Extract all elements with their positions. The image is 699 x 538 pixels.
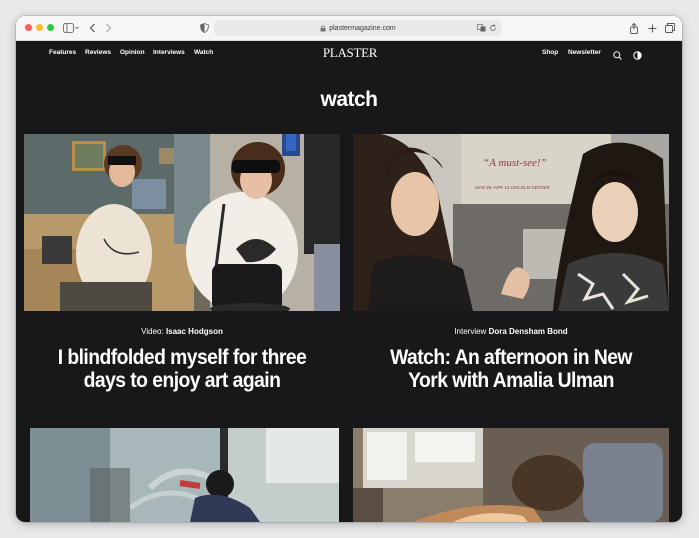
nav-link-interviews[interactable]: Interviews	[153, 49, 185, 56]
nav-link-shop[interactable]: Shop	[542, 49, 558, 56]
article-byline-1: Video: Isaac Hodgson	[24, 327, 340, 336]
article-author[interactable]: Dora Densham Bond	[489, 327, 568, 336]
article-title-1[interactable]: I blindfolded myself for three days to e…	[37, 346, 328, 392]
poster-dates: MAR 26–APR 13 LINCOLN CENTER	[475, 185, 551, 190]
browser-window: plastermagazine.com Features Reviews Opi…	[16, 16, 682, 522]
article-image-window-room[interactable]	[353, 428, 669, 522]
browser-toolbar: plastermagazine.com	[16, 16, 682, 41]
title-line: I blindfolded myself for three	[57, 346, 307, 369]
web-page: Features Reviews Opinion Interviews Watc…	[16, 41, 682, 522]
chevron-right-icon[interactable]	[102, 20, 114, 36]
nav-link-newsletter[interactable]: Newsletter	[568, 49, 601, 56]
search-icon[interactable]	[613, 47, 622, 65]
article-title-2[interactable]: Watch: An afternoon in New York with Ama…	[366, 346, 657, 392]
article-kind: Interview	[454, 327, 487, 336]
article-byline-2: Interview Dora Densham Bond	[353, 327, 669, 336]
poster-quote: “A must-see!”	[483, 157, 547, 169]
share-icon[interactable]	[628, 20, 640, 36]
nav-link-watch[interactable]: Watch	[194, 49, 213, 56]
tabs-icon[interactable]	[664, 20, 676, 36]
url-text: plastermagazine.com	[329, 24, 396, 32]
contrast-icon[interactable]	[633, 47, 642, 65]
reload-icon[interactable]	[489, 24, 497, 34]
nav-link-opinion[interactable]: Opinion	[120, 49, 145, 56]
chevron-left-icon[interactable]	[86, 20, 98, 36]
zoom-window-button[interactable]	[47, 24, 54, 31]
article-image-amalia-ulman[interactable]: “A must-see!” MAR 26–APR 13 LINCOLN CENT…	[353, 134, 669, 311]
translate-icon[interactable]	[477, 24, 486, 34]
plus-icon[interactable]	[646, 20, 658, 36]
title-line: York with Amalia Ulman	[408, 369, 614, 392]
article-image-window-cleaner[interactable]	[30, 428, 339, 522]
page-title: watch	[320, 88, 378, 111]
article-image-blindfold[interactable]	[24, 134, 340, 311]
nav-link-reviews[interactable]: Reviews	[85, 49, 111, 56]
nav-link-features[interactable]: Features	[49, 49, 76, 56]
site-logo[interactable]: PLASTER	[298, 45, 402, 61]
address-bar[interactable]: plastermagazine.com	[214, 20, 502, 36]
lock-icon	[320, 25, 326, 31]
article-author[interactable]: Isaac Hodgson	[166, 327, 223, 336]
minimize-window-button[interactable]	[36, 24, 43, 31]
article-kind: Video:	[141, 327, 164, 336]
shield-icon[interactable]	[198, 20, 210, 36]
sidebar-icon[interactable]	[60, 20, 82, 36]
title-line: days to enjoy art again	[83, 369, 281, 392]
close-window-button[interactable]	[25, 24, 32, 31]
title-line: Watch: An afternoon in New	[390, 346, 632, 369]
